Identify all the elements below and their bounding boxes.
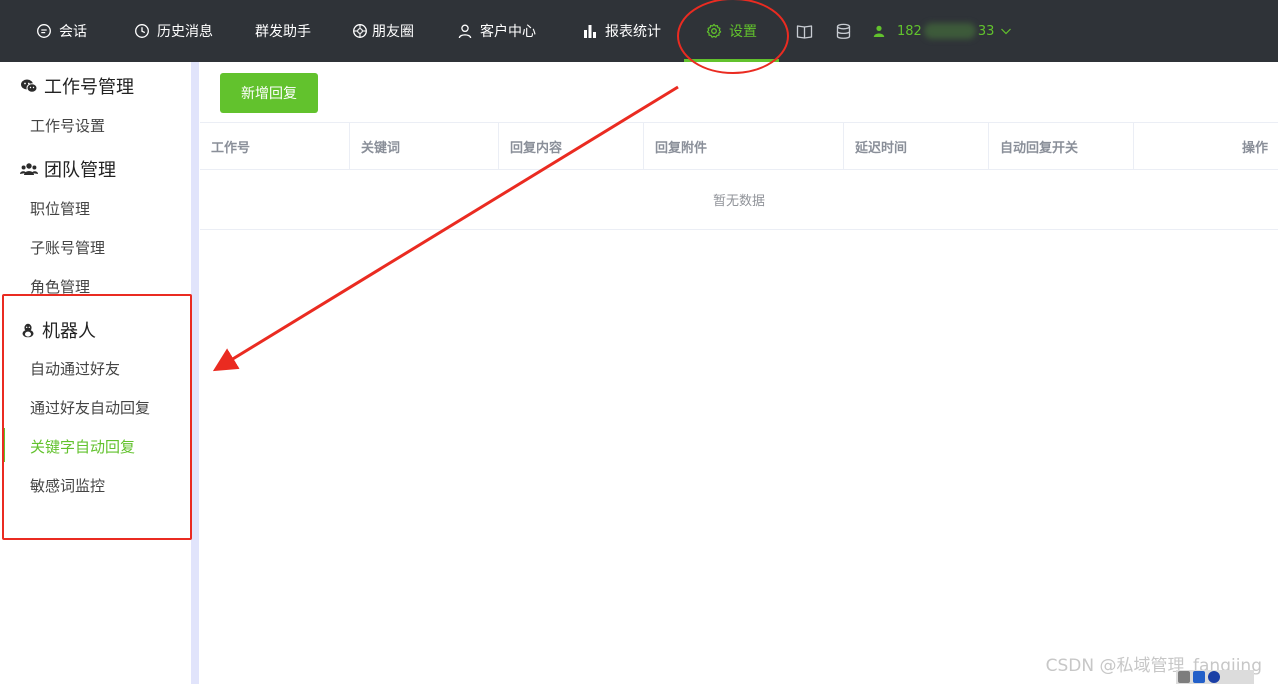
nav-item-label: 会话 (59, 24, 87, 40)
nav-item-label: 报表统计 (605, 24, 661, 40)
person-outline-icon (458, 24, 472, 39)
sidebar-group-robot: 机器人 (20, 317, 96, 343)
main-content: 新增回复 工作号 关键词 回复内容 回复附件 延迟时间 自动回复开关 操作 暂无… (200, 62, 1278, 684)
user-phone-prefix: 182 (897, 23, 922, 39)
column-header-auto-reply-switch[interactable]: 自动回复开关 (989, 123, 1134, 170)
column-header-reply-attachment[interactable]: 回复附件 (644, 123, 844, 170)
sidebar-item-auto-reply-new-friends[interactable]: 通过好友自动回复 (30, 397, 150, 418)
database-icon (836, 23, 851, 39)
sidebar-item-positions[interactable]: 职位管理 (30, 198, 90, 219)
gear-icon (706, 23, 722, 38)
robot-icon (22, 323, 34, 338)
help-icon (1208, 671, 1220, 683)
table-empty-state: 暂无数据 (200, 170, 1278, 230)
nav-database-button[interactable] (835, 0, 852, 62)
text-icon (1193, 671, 1205, 683)
sidebar-group-workaccount: 工作号管理 (20, 73, 134, 99)
nav-item-broadcast[interactable]: 群发助手 (255, 0, 311, 62)
column-header-delay-time[interactable]: 延迟时间 (844, 123, 989, 170)
team-icon (20, 163, 38, 175)
bar-chart-icon (584, 25, 596, 38)
table-header: 工作号 关键词 回复内容 回复附件 延迟时间 自动回复开关 操作 (200, 122, 1278, 170)
sidebar-item-subaccounts[interactable]: 子账号管理 (30, 237, 105, 258)
nav-item-history[interactable]: 历史消息 (134, 0, 213, 62)
chat-bubble-icon (37, 24, 51, 38)
user-phone-masked (923, 23, 976, 39)
column-header-work-account[interactable]: 工作号 (200, 123, 350, 170)
top-navigation-bar: 会话 历史消息 群发助手 朋友圈 客户中心 报表统计 设置 182 33 (0, 0, 1278, 62)
clock-icon (135, 24, 149, 38)
add-reply-button[interactable]: 新增回复 (220, 73, 318, 113)
sidebar-item-roles[interactable]: 角色管理 (30, 276, 90, 297)
nav-item-settings[interactable]: 设置 (684, 0, 779, 62)
sidebar-item-workaccount-settings[interactable]: 工作号设置 (30, 115, 105, 136)
nav-item-label: 客户中心 (480, 24, 536, 40)
nav-item-chat[interactable]: 会话 (36, 0, 87, 62)
sidebar-item-sensitive-words[interactable]: 敏感词监控 (30, 475, 105, 496)
nav-book-button[interactable] (796, 0, 813, 62)
user-phone-suffix: 33 (977, 23, 995, 39)
sidebar-item-auto-accept-friends[interactable]: 自动通过好友 (30, 358, 120, 379)
sidebar-group-title: 团队管理 (44, 160, 116, 181)
user-account-menu[interactable]: 182 33 (873, 0, 1012, 62)
nav-item-moments[interactable]: 朋友圈 (352, 0, 414, 62)
sidebar-active-indicator (3, 428, 5, 462)
book-icon (796, 24, 813, 39)
aperture-icon (353, 24, 367, 38)
grid-icon (1178, 671, 1190, 683)
nav-item-label: 群发助手 (255, 24, 311, 40)
sidebar: 工作号管理 工作号设置 团队管理 职位管理 子账号管理 角色管理 机器人 自动通… (0, 62, 191, 684)
reply-table: 工作号 关键词 回复内容 回复附件 延迟时间 自动回复开关 操作 暂无数据 (200, 122, 1278, 230)
column-header-actions[interactable]: 操作 (1134, 123, 1278, 170)
sidebar-group-title: 工作号管理 (44, 77, 134, 98)
chevron-down-icon (1001, 28, 1012, 35)
nav-item-label: 设置 (729, 24, 757, 40)
column-header-reply-content[interactable]: 回复内容 (499, 123, 644, 170)
nav-item-reports[interactable]: 报表统计 (582, 0, 661, 62)
column-header-keyword[interactable]: 关键词 (350, 123, 499, 170)
nav-item-customer-center[interactable]: 客户中心 (457, 0, 536, 62)
wechat-icon (21, 79, 38, 93)
user-icon (873, 25, 885, 37)
sidebar-group-title: 机器人 (42, 321, 96, 342)
mini-toolbar (1176, 670, 1254, 684)
nav-item-label: 历史消息 (157, 24, 213, 40)
sidebar-item-keyword-auto-reply[interactable]: 关键字自动回复 (30, 436, 135, 457)
nav-item-label: 朋友圈 (372, 24, 414, 40)
sidebar-group-team: 团队管理 (20, 156, 116, 182)
sidebar-scrollbar[interactable] (191, 62, 199, 684)
